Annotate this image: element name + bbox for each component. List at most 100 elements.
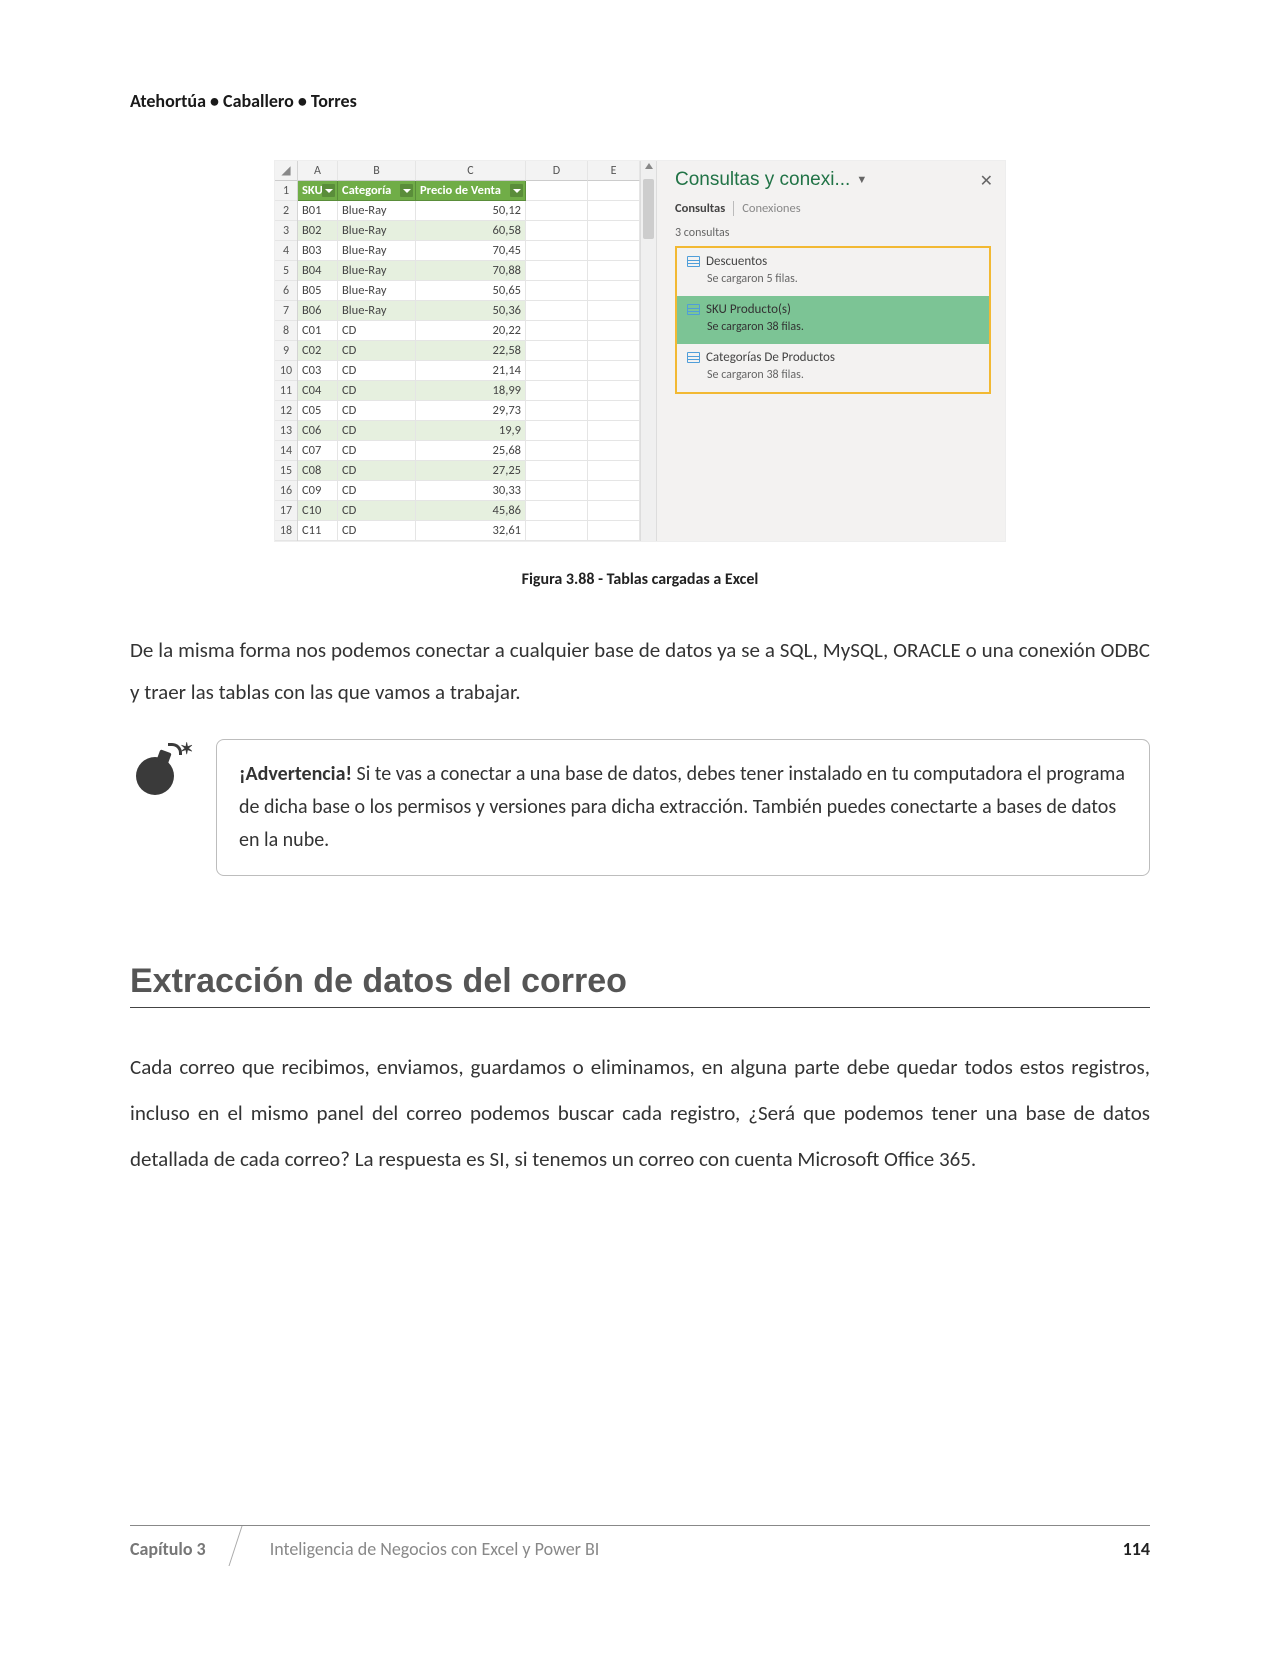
row-number[interactable]: 4	[275, 241, 297, 261]
cell-category[interactable]: CD	[338, 521, 416, 541]
row-number[interactable]: 11	[275, 381, 297, 401]
row-number[interactable]: 15	[275, 461, 297, 481]
cell-price[interactable]: 50,12	[416, 201, 526, 221]
cell-price[interactable]: 70,45	[416, 241, 526, 261]
query-item[interactable]: DescuentosSe cargaron 5 filas.	[677, 248, 989, 296]
select-all-triangle[interactable]: ◢	[275, 161, 297, 181]
row-number[interactable]: 2	[275, 201, 297, 221]
cell-category[interactable]: Blue-Ray	[338, 301, 416, 321]
cell-category[interactable]: Blue-Ray	[338, 281, 416, 301]
query-name: Categorías De Productos	[706, 350, 835, 365]
header-price[interactable]: Precio de Venta	[416, 181, 526, 201]
cell-sku[interactable]: C09	[298, 481, 338, 501]
row-number[interactable]: 16	[275, 481, 297, 501]
row-number[interactable]: 17	[275, 501, 297, 521]
row-number[interactable]: 13	[275, 421, 297, 441]
cell-category[interactable]: CD	[338, 401, 416, 421]
cell-sku[interactable]: B03	[298, 241, 338, 261]
column-headers[interactable]: A B C D E	[298, 161, 640, 181]
header-sku[interactable]: SKU	[298, 181, 338, 201]
cell-price[interactable]: 22,58	[416, 341, 526, 361]
col-header-b[interactable]: B	[338, 161, 416, 181]
pane-title: Consultas y conexi... ▼	[675, 169, 991, 191]
cell-sku[interactable]: C02	[298, 341, 338, 361]
col-header-e[interactable]: E	[588, 161, 640, 181]
cell-category[interactable]: Blue-Ray	[338, 261, 416, 281]
cell-sku[interactable]: B01	[298, 201, 338, 221]
query-item[interactable]: Categorías De ProductosSe cargaron 38 fi…	[677, 344, 989, 392]
col-header-c[interactable]: C	[416, 161, 526, 181]
row-number[interactable]: 18	[275, 521, 297, 541]
table-row: B05Blue-Ray50,65	[298, 281, 640, 301]
cell-category[interactable]: Blue-Ray	[338, 201, 416, 221]
cell-sku[interactable]: C11	[298, 521, 338, 541]
cell-sku[interactable]: B02	[298, 221, 338, 241]
cell-price[interactable]: 29,73	[416, 401, 526, 421]
cell-price[interactable]: 50,65	[416, 281, 526, 301]
cell-sku[interactable]: B05	[298, 281, 338, 301]
table-header-row: SKU Categoría Precio de Venta	[298, 181, 640, 201]
row-number[interactable]: 6	[275, 281, 297, 301]
cell-category[interactable]: CD	[338, 461, 416, 481]
cell-sku[interactable]: C05	[298, 401, 338, 421]
close-icon[interactable]: ✕	[980, 171, 993, 191]
row-number[interactable]: 5	[275, 261, 297, 281]
row-number[interactable]: 7	[275, 301, 297, 321]
cell-price[interactable]: 60,58	[416, 221, 526, 241]
cell-sku[interactable]: C07	[298, 441, 338, 461]
cell-price[interactable]: 32,61	[416, 521, 526, 541]
cell-category[interactable]: CD	[338, 341, 416, 361]
row-number[interactable]: 8	[275, 321, 297, 341]
cell-price[interactable]: 21,14	[416, 361, 526, 381]
row-number[interactable]: 9	[275, 341, 297, 361]
cell-category[interactable]: Blue-Ray	[338, 221, 416, 241]
cell-price[interactable]: 19,9	[416, 421, 526, 441]
cell-sku[interactable]: B04	[298, 261, 338, 281]
cell-price[interactable]: 20,22	[416, 321, 526, 341]
table-icon	[687, 304, 700, 315]
col-header-d[interactable]: D	[526, 161, 588, 181]
row-number[interactable]: 12	[275, 401, 297, 421]
cell-sku[interactable]: C04	[298, 381, 338, 401]
cell-category[interactable]: CD	[338, 421, 416, 441]
table-row: C09CD30,33	[298, 481, 640, 501]
cell-sku[interactable]: C01	[298, 321, 338, 341]
cell-category[interactable]: CD	[338, 381, 416, 401]
scroll-thumb[interactable]	[643, 179, 654, 239]
query-item[interactable]: SKU Producto(s)Se cargaron 38 filas.	[677, 296, 989, 344]
cell-price[interactable]: 70,88	[416, 261, 526, 281]
scroll-up-icon[interactable]	[645, 163, 653, 169]
cell-price[interactable]: 50,36	[416, 301, 526, 321]
row-number[interactable]: 3	[275, 221, 297, 241]
cell-sku[interactable]: C03	[298, 361, 338, 381]
cell-category[interactable]: CD	[338, 481, 416, 501]
filter-dropdown-icon[interactable]	[400, 184, 413, 197]
cell-category[interactable]: CD	[338, 321, 416, 341]
cell-sku[interactable]: C08	[298, 461, 338, 481]
table-row: B06Blue-Ray50,36	[298, 301, 640, 321]
col-header-a[interactable]: A	[298, 161, 338, 181]
filter-dropdown-icon[interactable]	[510, 184, 523, 197]
body-paragraph-2: Cada correo que recibimos, enviamos, gua…	[130, 1044, 1150, 1183]
chevron-down-icon[interactable]: ▼	[856, 174, 867, 186]
cell-sku[interactable]: B06	[298, 301, 338, 321]
cell-sku[interactable]: C10	[298, 501, 338, 521]
cell-category[interactable]: CD	[338, 501, 416, 521]
cell-category[interactable]: CD	[338, 361, 416, 381]
header-cat[interactable]: Categoría	[338, 181, 416, 201]
table-row: C03CD21,14	[298, 361, 640, 381]
cell-category[interactable]: Blue-Ray	[338, 241, 416, 261]
cell-price[interactable]: 18,99	[416, 381, 526, 401]
cell-price[interactable]: 25,68	[416, 441, 526, 461]
row-number[interactable]: 10	[275, 361, 297, 381]
cell-price[interactable]: 45,86	[416, 501, 526, 521]
cell-sku[interactable]: C06	[298, 421, 338, 441]
filter-dropdown-icon[interactable]	[322, 184, 335, 197]
cell-category[interactable]: CD	[338, 441, 416, 461]
vertical-scrollbar[interactable]	[640, 161, 656, 541]
tab-queries[interactable]: Consultas	[675, 201, 734, 216]
cell-price[interactable]: 27,25	[416, 461, 526, 481]
cell-price[interactable]: 30,33	[416, 481, 526, 501]
tab-connections[interactable]: Conexiones	[734, 201, 800, 216]
row-number[interactable]: 14	[275, 441, 297, 461]
